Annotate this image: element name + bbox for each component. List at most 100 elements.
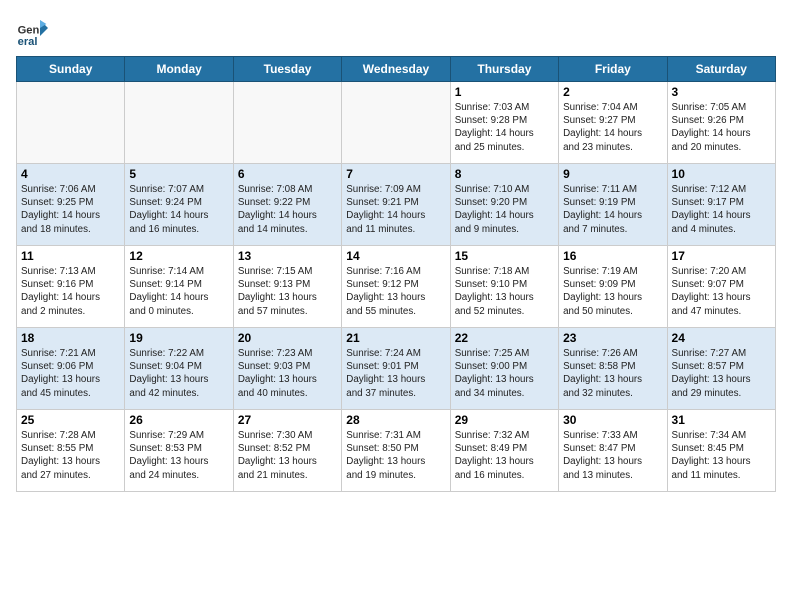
calendar-cell: 27 Sunrise: 7:30 AM Sunset: 8:52 PM Dayli…	[233, 410, 341, 492]
day-number: 28	[346, 413, 445, 427]
day-info: Sunrise: 7:23 AM Sunset: 9:03 PM Dayligh…	[238, 347, 337, 400]
day-info: Sunrise: 7:34 AM Sunset: 8:45 PM Dayligh…	[672, 429, 771, 482]
calendar-cell: 1 Sunrise: 7:03 AM Sunset: 9:28 PM Daylig…	[450, 82, 558, 164]
calendar-cell: 14 Sunrise: 7:16 AM Sunset: 9:12 PM Dayli…	[342, 246, 450, 328]
day-number: 6	[238, 167, 337, 181]
day-info: Sunrise: 7:08 AM Sunset: 9:22 PM Dayligh…	[238, 183, 337, 236]
day-info: Sunrise: 7:11 AM Sunset: 9:19 PM Dayligh…	[563, 183, 662, 236]
day-number: 15	[455, 249, 554, 263]
day-number: 27	[238, 413, 337, 427]
calendar-cell: 18 Sunrise: 7:21 AM Sunset: 9:06 PM Dayli…	[17, 328, 125, 410]
day-info: Sunrise: 7:19 AM Sunset: 9:09 PM Dayligh…	[563, 265, 662, 318]
day-info: Sunrise: 7:06 AM Sunset: 9:25 PM Dayligh…	[21, 183, 120, 236]
calendar-cell: 30Sunrise: 7:33 AM Sunset: 8:47 PM Dayli…	[559, 410, 667, 492]
calendar-cell: 3 Sunrise: 7:05 AM Sunset: 9:26 PM Daylig…	[667, 82, 775, 164]
calendar-cell: 10 Sunrise: 7:12 AM Sunset: 9:17 PM Dayli…	[667, 164, 775, 246]
day-number: 23	[563, 331, 662, 345]
calendar-body: 1 Sunrise: 7:03 AM Sunset: 9:28 PM Daylig…	[17, 82, 776, 492]
day-number: 17	[672, 249, 771, 263]
day-number: 14	[346, 249, 445, 263]
calendar-cell: 23 Sunrise: 7:26 AM Sunset: 8:58 PM Dayli…	[559, 328, 667, 410]
calendar-cell: 22 Sunrise: 7:25 AM Sunset: 9:00 PM Dayli…	[450, 328, 558, 410]
day-info: Sunrise: 7:13 AM Sunset: 9:16 PM Dayligh…	[21, 265, 120, 318]
weekday-header-row: SundayMondayTuesdayWednesdayThursdayFrid…	[17, 57, 776, 82]
calendar-week-2: 4 Sunrise: 7:06 AM Sunset: 9:25 PM Daylig…	[17, 164, 776, 246]
calendar-cell	[17, 82, 125, 164]
day-number: 5	[129, 167, 228, 181]
day-info: Sunrise: 7:31 AM Sunset: 8:50 PM Dayligh…	[346, 429, 445, 482]
day-number: 7	[346, 167, 445, 181]
day-number: 29	[455, 413, 554, 427]
calendar-header: SundayMondayTuesdayWednesdayThursdayFrid…	[17, 57, 776, 82]
day-number: 19	[129, 331, 228, 345]
day-number: 25	[21, 413, 120, 427]
calendar-cell: 24 Sunrise: 7:27 AM Sunset: 8:57 PM Dayli…	[667, 328, 775, 410]
day-info: Sunrise: 7:33 AM Sunset: 8:47 PM Dayligh…	[563, 429, 662, 482]
day-info: Sunrise: 7:22 AM Sunset: 9:04 PM Dayligh…	[129, 347, 228, 400]
day-number: 9	[563, 167, 662, 181]
day-info: Sunrise: 7:15 AM Sunset: 9:13 PM Dayligh…	[238, 265, 337, 318]
day-number: 1	[455, 85, 554, 99]
calendar-cell: 15Sunrise: 7:18 AM Sunset: 9:10 PM Dayli…	[450, 246, 558, 328]
day-info: Sunrise: 7:29 AM Sunset: 8:53 PM Dayligh…	[129, 429, 228, 482]
day-number: 12	[129, 249, 228, 263]
calendar-table: SundayMondayTuesdayWednesdayThursdayFrid…	[16, 56, 776, 492]
logo-icon: Gen eral	[16, 16, 48, 48]
day-info: Sunrise: 7:30 AM Sunset: 8:52 PM Dayligh…	[238, 429, 337, 482]
day-number: 21	[346, 331, 445, 345]
calendar-cell: 7 Sunrise: 7:09 AM Sunset: 9:21 PM Daylig…	[342, 164, 450, 246]
calendar-cell	[233, 82, 341, 164]
calendar-cell: 26 Sunrise: 7:29 AM Sunset: 8:53 PM Dayli…	[125, 410, 233, 492]
weekday-monday: Monday	[125, 57, 233, 82]
day-info: Sunrise: 7:03 AM Sunset: 9:28 PM Dayligh…	[455, 101, 554, 154]
weekday-sunday: Sunday	[17, 57, 125, 82]
day-info: Sunrise: 7:04 AM Sunset: 9:27 PM Dayligh…	[563, 101, 662, 154]
day-info: Sunrise: 7:05 AM Sunset: 9:26 PM Dayligh…	[672, 101, 771, 154]
day-info: Sunrise: 7:16 AM Sunset: 9:12 PM Dayligh…	[346, 265, 445, 318]
day-info: Sunrise: 7:14 AM Sunset: 9:14 PM Dayligh…	[129, 265, 228, 318]
day-number: 3	[672, 85, 771, 99]
day-number: 31	[672, 413, 771, 427]
day-number: 4	[21, 167, 120, 181]
day-info: Sunrise: 7:20 AM Sunset: 9:07 PM Dayligh…	[672, 265, 771, 318]
calendar-cell: 9 Sunrise: 7:11 AM Sunset: 9:19 PM Daylig…	[559, 164, 667, 246]
svg-text:Gen: Gen	[18, 25, 40, 37]
calendar-week-4: 18 Sunrise: 7:21 AM Sunset: 9:06 PM Dayli…	[17, 328, 776, 410]
calendar-cell: 5 Sunrise: 7:07 AM Sunset: 9:24 PM Daylig…	[125, 164, 233, 246]
calendar-cell: 8Sunrise: 7:10 AM Sunset: 9:20 PM Daylig…	[450, 164, 558, 246]
calendar-cell: 11Sunrise: 7:13 AM Sunset: 9:16 PM Dayli…	[17, 246, 125, 328]
day-number: 2	[563, 85, 662, 99]
calendar-cell: 20 Sunrise: 7:23 AM Sunset: 9:03 PM Dayli…	[233, 328, 341, 410]
day-number: 16	[563, 249, 662, 263]
day-number: 26	[129, 413, 228, 427]
day-info: Sunrise: 7:21 AM Sunset: 9:06 PM Dayligh…	[21, 347, 120, 400]
calendar-cell: 29 Sunrise: 7:32 AM Sunset: 8:49 PM Dayli…	[450, 410, 558, 492]
day-info: Sunrise: 7:12 AM Sunset: 9:17 PM Dayligh…	[672, 183, 771, 236]
day-number: 10	[672, 167, 771, 181]
calendar-cell: 2 Sunrise: 7:04 AM Sunset: 9:27 PM Daylig…	[559, 82, 667, 164]
calendar-cell: 25Sunrise: 7:28 AM Sunset: 8:55 PM Dayli…	[17, 410, 125, 492]
day-number: 18	[21, 331, 120, 345]
calendar-cell: 13Sunrise: 7:15 AM Sunset: 9:13 PM Dayli…	[233, 246, 341, 328]
day-info: Sunrise: 7:25 AM Sunset: 9:00 PM Dayligh…	[455, 347, 554, 400]
calendar-cell: 6 Sunrise: 7:08 AM Sunset: 9:22 PM Daylig…	[233, 164, 341, 246]
weekday-wednesday: Wednesday	[342, 57, 450, 82]
weekday-saturday: Saturday	[667, 57, 775, 82]
page-header: Gen eral	[16, 16, 776, 48]
calendar-cell: 19 Sunrise: 7:22 AM Sunset: 9:04 PM Dayli…	[125, 328, 233, 410]
day-number: 20	[238, 331, 337, 345]
calendar-cell: 4 Sunrise: 7:06 AM Sunset: 9:25 PM Daylig…	[17, 164, 125, 246]
calendar-cell: 16 Sunrise: 7:19 AM Sunset: 9:09 PM Dayli…	[559, 246, 667, 328]
day-info: Sunrise: 7:26 AM Sunset: 8:58 PM Dayligh…	[563, 347, 662, 400]
calendar-cell: 21Sunrise: 7:24 AM Sunset: 9:01 PM Dayli…	[342, 328, 450, 410]
day-number: 8	[455, 167, 554, 181]
day-info: Sunrise: 7:07 AM Sunset: 9:24 PM Dayligh…	[129, 183, 228, 236]
calendar-cell	[342, 82, 450, 164]
calendar-cell: 31 Sunrise: 7:34 AM Sunset: 8:45 PM Dayli…	[667, 410, 775, 492]
logo: Gen eral	[16, 16, 52, 48]
day-info: Sunrise: 7:27 AM Sunset: 8:57 PM Dayligh…	[672, 347, 771, 400]
day-number: 22	[455, 331, 554, 345]
day-info: Sunrise: 7:32 AM Sunset: 8:49 PM Dayligh…	[455, 429, 554, 482]
day-info: Sunrise: 7:09 AM Sunset: 9:21 PM Dayligh…	[346, 183, 445, 236]
day-number: 24	[672, 331, 771, 345]
